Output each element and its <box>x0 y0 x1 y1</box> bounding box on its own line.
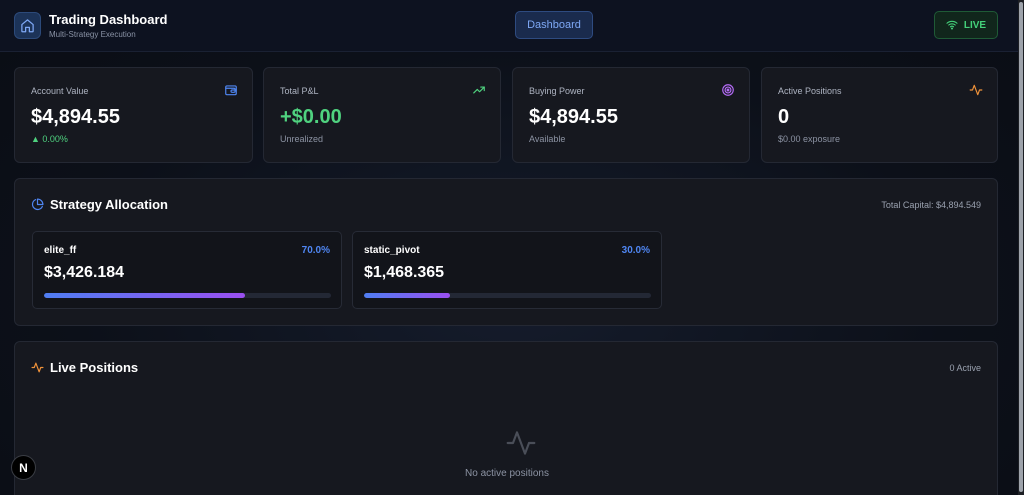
empty-state-text: No active positions <box>465 468 549 479</box>
wifi-icon <box>946 20 958 30</box>
stat-sub: Unrealized <box>280 134 324 144</box>
active-count: 0 Active <box>949 363 981 373</box>
strategy-name: elite_ff <box>44 245 77 256</box>
strategy-amount: $1,468.365 <box>364 264 445 281</box>
live-status-label: LIVE <box>963 19 987 31</box>
stat-value: 0 <box>778 106 790 128</box>
strategy-card-static-pivot[interactable]: static_pivot 30.0% $1,468.365 <box>352 231 662 309</box>
section-title: Live Positions <box>31 360 138 375</box>
allocation-bar <box>44 293 331 298</box>
live-positions-panel: Live Positions 0 Active No active positi… <box>14 341 998 495</box>
top-bar: Trading Dashboard Multi-Strategy Executi… <box>0 0 1018 52</box>
stat-sub: Available <box>529 134 566 144</box>
stat-label: Active Positions <box>778 86 842 96</box>
stat-sub: $0.00 exposure <box>778 134 841 144</box>
strategy-name: static_pivot <box>364 245 420 256</box>
allocation-bar <box>364 293 651 298</box>
home-icon <box>21 19 34 33</box>
activity-icon <box>506 431 536 455</box>
active-positions-card: Active Positions 0 $0.00 exposure <box>761 67 998 163</box>
stat-value: $4,894.55 <box>31 106 120 128</box>
wallet-icon <box>225 85 237 96</box>
stat-change: ▲ 0.00% <box>31 134 68 144</box>
app-subtitle: Multi-Strategy Execution <box>49 30 136 39</box>
dashboard-tab[interactable]: Dashboard <box>515 11 593 39</box>
strategy-percent: 30.0% <box>621 245 650 256</box>
stat-value: $4,894.55 <box>529 106 618 128</box>
stat-label: Buying Power <box>529 86 585 96</box>
activity-icon <box>31 362 44 373</box>
strategy-percent: 70.0% <box>301 245 330 256</box>
stat-label: Account Value <box>31 86 89 96</box>
home-button[interactable] <box>14 12 41 39</box>
stat-label: Total P&L <box>280 86 319 96</box>
app-title: Trading Dashboard <box>49 12 168 27</box>
strategy-allocation-panel: Strategy Allocation Total Capital: $4,89… <box>14 178 998 326</box>
trending-up-icon <box>473 86 485 94</box>
pie-chart-icon <box>31 198 44 211</box>
allocation-bar-fill <box>364 293 451 298</box>
target-icon <box>722 84 734 96</box>
live-status-button[interactable]: LIVE <box>934 11 998 39</box>
allocation-bar-fill <box>44 293 245 298</box>
strategy-amount: $3,426.184 <box>44 264 125 281</box>
section-title: Strategy Allocation <box>31 197 168 212</box>
scrollbar-thumb[interactable] <box>1019 2 1023 492</box>
allocation-title: Strategy Allocation <box>50 197 168 212</box>
buying-power-card: Buying Power $4,894.55 Available <box>512 67 750 163</box>
total-pnl-card: Total P&L +$0.00 Unrealized <box>263 67 501 163</box>
positions-title: Live Positions <box>50 360 139 375</box>
stat-value: +$0.00 <box>280 106 342 128</box>
strategy-card-elite-ff[interactable]: elite_ff 70.0% $3,426.184 <box>32 231 342 309</box>
dev-tools-badge[interactable]: N <box>11 455 36 480</box>
total-capital: Total Capital: $4,894.549 <box>881 200 981 210</box>
activity-icon <box>969 84 983 96</box>
account-value-card: Account Value $4,894.55 ▲ 0.00% <box>14 67 253 163</box>
